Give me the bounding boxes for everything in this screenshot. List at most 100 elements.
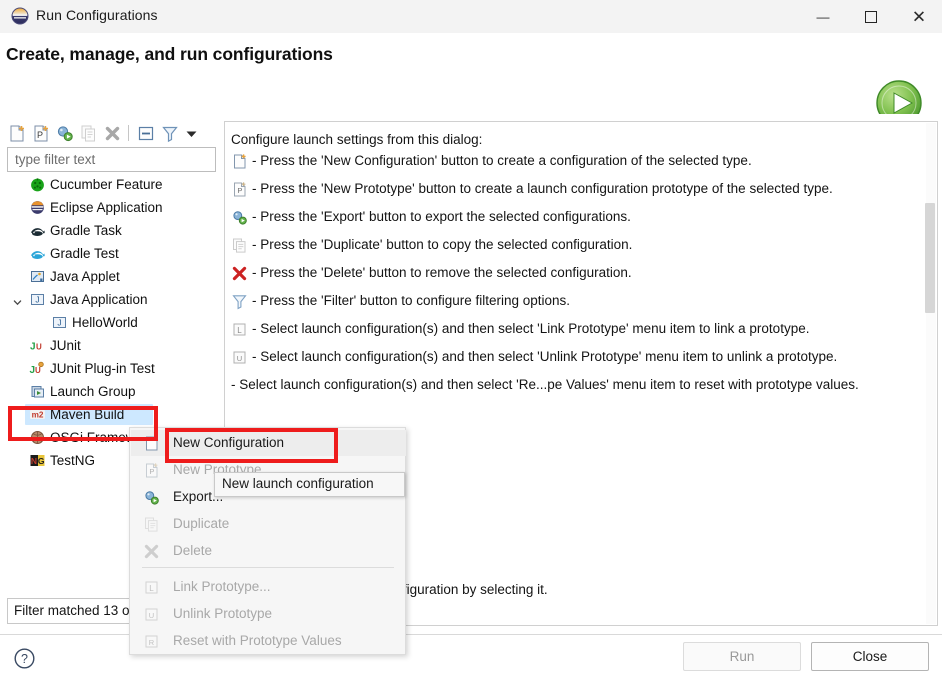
menu-item-label: Duplicate — [173, 516, 230, 531]
svg-text:L: L — [149, 584, 154, 593]
chevron-down-icon[interactable] — [13, 295, 22, 306]
minimize-icon: — — [816, 9, 830, 24]
details-bullet-text: - Press the 'Export' button to export th… — [252, 209, 631, 224]
run-configurations-dialog: Run Configurations — ✕ Create, manage, a… — [0, 0, 942, 682]
tree-toolbar: P — [4, 121, 219, 145]
tree-item-label: Java Application — [50, 292, 148, 307]
svg-text:U: U — [36, 343, 42, 352]
tree-item-junit-plug-in-test[interactable]: J U JUnit Plug-in Test — [7, 357, 216, 380]
tree-item-label: TestNG — [50, 453, 96, 468]
unlink-prototype-icon: U — [231, 349, 248, 366]
svg-text:P: P — [37, 130, 43, 140]
link-prototype-icon: L — [231, 321, 248, 338]
link-prototype-icon: L — [143, 579, 160, 596]
new-prototype-button[interactable]: P — [30, 123, 52, 144]
maximize-icon — [865, 10, 877, 23]
tree-item-label: JUnit Plug-in Test — [50, 361, 155, 376]
export-button[interactable] — [54, 123, 76, 144]
filter-input[interactable]: type filter text — [7, 147, 216, 172]
delete-icon — [143, 543, 160, 560]
filter-button[interactable] — [159, 123, 181, 144]
close-button-footer[interactable]: Close — [811, 642, 929, 671]
java-application-icon: J — [29, 291, 46, 308]
details-intro: Configure launch settings from this dial… — [231, 132, 483, 147]
svg-text:P: P — [149, 467, 154, 476]
help-icon[interactable]: ? — [13, 647, 36, 670]
maximize-button[interactable] — [848, 0, 894, 33]
junit-plugin-icon: JU — [29, 360, 46, 377]
details-bullet-text: - Press the 'Delete' button to remove th… — [252, 265, 632, 280]
unlink-prototype-icon: U — [143, 606, 160, 623]
details-scrollbar-thumb[interactable] — [925, 203, 935, 313]
menu-separator — [142, 567, 394, 568]
minimize-button[interactable]: — — [800, 0, 846, 33]
new-configuration-button[interactable] — [6, 123, 28, 144]
tree-item-java-applet[interactable]: Java Applet — [7, 265, 216, 288]
details-bullet-text: - Press the 'New Prototype' button to cr… — [252, 181, 833, 196]
svg-text:G: G — [38, 456, 45, 466]
tree-item-helloworld[interactable]: J HelloWorld — [7, 311, 216, 334]
toolbar-separator — [128, 125, 129, 141]
details-bullet-text: - Select launch configuration(s) and the… — [252, 321, 810, 336]
chevron-down-icon[interactable] — [181, 123, 203, 144]
details-scrollbar[interactable] — [925, 123, 936, 624]
menu-item-link-prototype: L Link Prototype... — [131, 574, 406, 600]
gradle-test-icon — [29, 245, 46, 262]
new-prototype-icon: P — [143, 462, 160, 479]
details-bullet-text: - Select launch configuration(s) and the… — [252, 349, 838, 364]
filter-icon — [231, 293, 248, 310]
eclipse-icon — [29, 199, 46, 216]
menu-item-label: Reset with Prototype Values — [173, 633, 342, 648]
tree-item-java-application[interactable]: J Java Application — [7, 288, 216, 311]
menu-item-duplicate: Duplicate — [131, 511, 406, 537]
tooltip-text: New launch configuration — [222, 476, 374, 491]
run-button[interactable]: Run — [683, 642, 801, 671]
tree-item-junit[interactable]: J U JUnit — [7, 334, 216, 357]
export-icon — [143, 489, 160, 506]
svg-text:R: R — [149, 638, 155, 647]
tree-item-label: Eclipse Application — [50, 200, 163, 215]
testng-icon: NG — [29, 452, 46, 469]
details-bullet-text: - Press the 'Duplicate' button to copy t… — [252, 237, 633, 252]
collapse-all-button[interactable] — [135, 123, 157, 144]
svg-text:N: N — [31, 456, 37, 466]
new-prototype-icon: P — [231, 181, 248, 198]
svg-text:J: J — [35, 295, 39, 305]
details-bullet-text: - Press the 'Filter' button to configure… — [252, 293, 571, 308]
reset-prototype-icon: R — [143, 633, 160, 650]
gradle-task-icon — [29, 222, 46, 239]
export-icon — [231, 209, 248, 226]
tree-item-gradle-task[interactable]: Gradle Task — [7, 219, 216, 242]
tree-item-label: HelloWorld — [72, 315, 138, 330]
tree-item-eclipse-application[interactable]: Eclipse Application — [7, 196, 216, 219]
tree-item-label: Gradle Test — [50, 246, 119, 261]
annotation-box-new-configuration — [165, 428, 338, 463]
duplicate-icon — [143, 516, 160, 533]
menu-item-label: Unlink Prototype — [173, 606, 273, 621]
details-bullet-text: - Press the 'New Configuration' button t… — [252, 153, 752, 168]
cucumber-icon — [29, 176, 46, 193]
duplicate-button — [78, 123, 100, 144]
tree-item-launch-group[interactable]: Launch Group — [7, 380, 216, 403]
close-icon: ✕ — [911, 7, 927, 26]
delete-icon — [231, 265, 248, 282]
svg-text:U: U — [149, 611, 154, 620]
annotation-box-maven-build — [8, 406, 158, 441]
java-application-icon: J — [51, 314, 68, 331]
menu-item-unlink-prototype: U Unlink Prototype — [131, 601, 406, 627]
eclipse-icon — [10, 6, 30, 26]
tree-item-gradle-test[interactable]: Gradle Test — [7, 242, 216, 265]
tooltip: New launch configuration — [214, 472, 405, 497]
filter-placeholder: type filter text — [15, 152, 96, 167]
menu-item-label: Delete — [173, 543, 213, 558]
tree-item-label: JUnit — [50, 338, 81, 353]
svg-text:U: U — [35, 366, 41, 375]
details-bullet-text: - Select launch configuration(s) and the… — [231, 377, 859, 392]
launch-group-icon — [29, 383, 46, 400]
delete-button — [102, 123, 124, 144]
close-button[interactable]: ✕ — [896, 0, 942, 33]
tree-item-cucumber-feature[interactable]: Cucumber Feature — [7, 173, 216, 196]
svg-text:J: J — [30, 342, 36, 353]
svg-text:L: L — [237, 326, 242, 335]
java-applet-icon — [29, 268, 46, 285]
